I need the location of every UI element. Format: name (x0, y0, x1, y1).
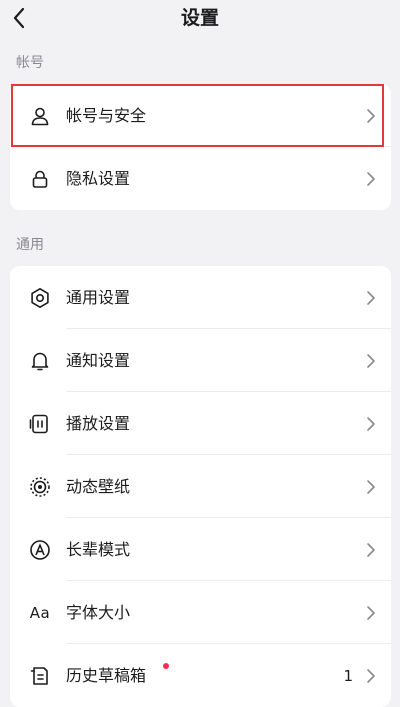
chevron-right-icon (367, 542, 375, 557)
font-size-icon: Aa (28, 601, 52, 625)
play-settings-icon (28, 412, 52, 436)
settings-item-notifications[interactable]: 通知设置 (10, 329, 391, 392)
settings-item-label: 长辈模式 (66, 539, 131, 559)
chevron-right-icon (367, 479, 375, 494)
gear-icon (28, 286, 52, 310)
settings-item-privacy[interactable]: 隐私设置 (10, 147, 391, 210)
settings-item-label: 字体大小 (66, 602, 131, 622)
bell-icon (28, 349, 52, 373)
lock-icon (28, 167, 52, 191)
settings-item-label: 历史草稿箱 (66, 665, 147, 685)
settings-item-label: 帐号与安全 (66, 105, 147, 125)
settings-item-label: 播放设置 (66, 413, 131, 433)
chevron-right-icon (367, 668, 375, 683)
settings-item-font-size[interactable]: Aa 字体大小 (10, 581, 391, 644)
settings-item-label: 通知设置 (66, 350, 131, 370)
settings-item-label: 隐私设置 (66, 168, 131, 188)
chevron-right-icon (367, 108, 375, 123)
wallpaper-icon (28, 475, 52, 499)
chevron-right-icon (367, 290, 375, 305)
settings-item-elder-mode[interactable]: 长辈模式 (10, 518, 391, 581)
drafts-count: 1 (343, 666, 353, 685)
settings-item-label: 通用设置 (66, 287, 131, 307)
chevron-right-icon (367, 605, 375, 620)
account-card: 帐号与安全 隐私设置 (10, 84, 391, 210)
section-label-account: 帐号 (16, 55, 44, 71)
chevron-right-icon (367, 171, 375, 186)
elder-mode-icon (28, 538, 52, 562)
settings-item-label: 动态壁纸 (66, 476, 131, 496)
page-title: 设置 (180, 7, 219, 29)
settings-item-drafts[interactable]: 历史草稿箱 1 (10, 644, 391, 707)
settings-item-live-wallpaper[interactable]: 动态壁纸 (10, 455, 391, 518)
drafts-icon (28, 664, 52, 688)
notification-dot (163, 663, 169, 669)
chevron-right-icon (367, 353, 375, 368)
settings-item-playback[interactable]: 播放设置 (10, 392, 391, 455)
user-icon (28, 104, 52, 128)
general-card: 通用设置 通知设置 播放设置 动态壁纸 长辈模式 Aa 字体大小 历史草稿箱 1 (10, 266, 391, 707)
nav-bar: 设置 (0, 0, 400, 40)
settings-item-general[interactable]: 通用设置 (10, 266, 391, 329)
settings-item-account-security[interactable]: 帐号与安全 (10, 84, 391, 147)
chevron-right-icon (367, 416, 375, 431)
font-size-icon-text: Aa (29, 603, 51, 622)
section-label-general: 通用 (16, 237, 44, 253)
